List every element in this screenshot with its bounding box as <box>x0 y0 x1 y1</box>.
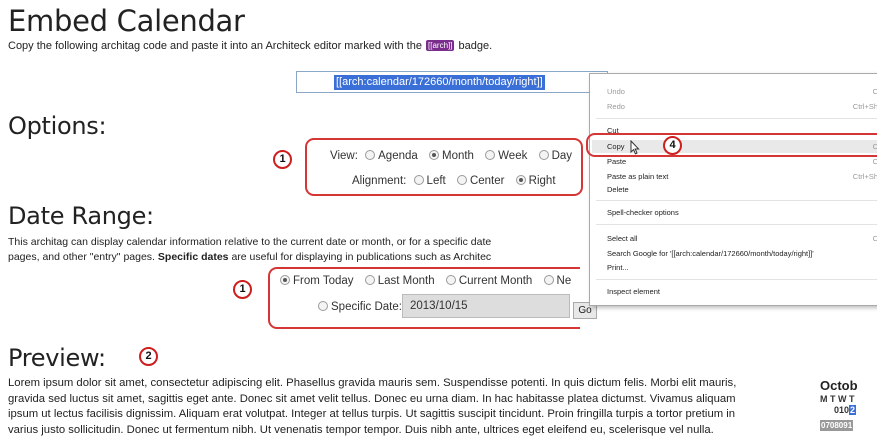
menu-item-paste-shortcut: C <box>872 157 877 166</box>
range-last-month-label[interactable]: Last Month <box>378 275 435 287</box>
calendar-row-1: 0102 <box>820 405 858 415</box>
menu-item-redo-shortcut: Ctrl+Sh <box>852 102 877 111</box>
context-menu: Undo C Redo Ctrl+Sh Cut Copy C Paste C P… <box>589 73 877 306</box>
intro-text-after: badge. <box>458 40 493 52</box>
arch-badge: [[arch]] <box>426 40 455 51</box>
view-month-label[interactable]: Month <box>442 150 474 162</box>
alignment-options-row: Alignment: Left Center Right <box>352 175 556 187</box>
menu-item-select-all[interactable]: Select all <box>607 234 637 243</box>
menu-item-select-all-shortcut: C <box>872 234 877 243</box>
calendar-month-label: Octob <box>820 378 858 393</box>
calendar-row-1-days[interactable]: 010 <box>834 405 849 415</box>
view-agenda-radio[interactable] <box>365 150 376 160</box>
preview-lorem-text: Lorem ipsum dolor sit amet, consectetur … <box>8 376 808 438</box>
callout-4: 4 <box>663 136 682 155</box>
date-range-desc-line1: This architag can display calendar infor… <box>8 236 492 248</box>
callout-2: 2 <box>139 347 158 366</box>
desc-line2-bold: Specific dates <box>157 251 229 263</box>
menu-item-paste-plain[interactable]: Paste as plain text <box>607 172 668 181</box>
menu-item-spell-checker[interactable]: Spell-checker options <box>607 208 679 217</box>
menu-item-undo-shortcut: C <box>872 87 877 96</box>
align-right-radio[interactable] <box>515 175 526 185</box>
desc-line2-a: pages, and other "entry" pages. <box>8 251 155 263</box>
date-range-desc-line2: pages, and other "entry" pages. Specific… <box>8 251 593 263</box>
mouse-pointer-icon <box>630 140 640 155</box>
menu-item-search-google[interactable]: Search Google for '[[arch:calendar/17266… <box>607 249 814 258</box>
menu-item-paste-plain-shortcut: Ctrl+Sh <box>852 172 877 181</box>
menu-item-paste[interactable]: Paste <box>607 157 626 166</box>
menu-item-inspect-element[interactable]: Inspect element <box>607 287 660 296</box>
menu-item-redo[interactable]: Redo <box>607 102 625 111</box>
menu-separator <box>596 224 877 225</box>
view-agenda-label[interactable]: Agenda <box>378 150 418 162</box>
callout-1-date-range: 1 <box>233 280 252 299</box>
intro-text-before: Copy the following architag code and pas… <box>8 40 422 52</box>
specific-date-radio[interactable] <box>318 301 328 311</box>
align-center-radio[interactable] <box>456 175 467 185</box>
range-next-radio[interactable] <box>543 275 554 285</box>
view-label: View: <box>330 150 358 162</box>
preview-heading: Preview: <box>8 344 106 372</box>
range-current-month-radio[interactable] <box>445 275 456 285</box>
preview-line-2: gravida sed luctus sit amet, sagittis eg… <box>8 392 736 405</box>
range-from-today-label[interactable]: From Today <box>293 275 354 287</box>
mini-calendar: Octob M T W T 0102 0708091 <box>820 378 858 431</box>
specific-date-label[interactable]: Specific Date: <box>331 301 402 313</box>
menu-separator <box>596 279 877 280</box>
preview-line-4: varius justo sollicitudin. Donec ut ferm… <box>8 423 714 436</box>
options-highlight-box <box>305 138 583 196</box>
intro-text: Copy the following architag code and pas… <box>8 40 492 52</box>
architag-code-selected-text[interactable]: [[arch:calendar/172660/month/today/right… <box>334 75 545 90</box>
view-day-label[interactable]: Day <box>552 150 572 162</box>
menu-item-print[interactable]: Print... <box>607 263 629 272</box>
menu-item-undo[interactable]: Undo <box>607 87 625 96</box>
calendar-today[interactable]: 2 <box>849 405 857 415</box>
view-month-radio[interactable] <box>428 150 439 160</box>
view-day-radio[interactable] <box>538 150 549 160</box>
menu-separator <box>596 118 877 119</box>
menu-item-delete[interactable]: Delete <box>607 185 629 194</box>
date-range-heading: Date Range: <box>8 202 154 230</box>
view-options-row: View: Agenda Month Week Day <box>330 150 572 162</box>
view-week-label[interactable]: Week <box>498 150 527 162</box>
architag-code-field[interactable]: [[arch:calendar/172660/month/today/right… <box>296 71 608 93</box>
page-title: Embed Calendar <box>8 4 245 38</box>
preview-line-3: ipsum ut lectus facilisis dignissim. Ali… <box>8 408 736 421</box>
range-current-month-label[interactable]: Current Month <box>459 275 533 287</box>
specific-date-input[interactable]: 2013/10/15 <box>402 294 570 318</box>
range-last-month-radio[interactable] <box>364 275 375 285</box>
calendar-row-2[interactable]: 0708091 <box>820 420 854 431</box>
desc-line2-b: are useful for displaying in publication… <box>231 251 492 263</box>
menu-separator <box>596 200 877 201</box>
align-left-radio[interactable] <box>413 175 424 185</box>
align-center-label[interactable]: Center <box>470 175 505 187</box>
callout-1-options: 1 <box>273 150 292 169</box>
alignment-label: Alignment: <box>352 175 407 187</box>
align-left-label[interactable]: Left <box>427 175 446 187</box>
calendar-day-names: M T W T <box>820 394 855 404</box>
view-week-radio[interactable] <box>485 150 496 160</box>
specific-date-row: Specific Date: <box>314 301 402 313</box>
date-range-options-row: From Today Last Month Current Month Ne <box>276 275 571 287</box>
align-right-label[interactable]: Right <box>529 175 556 187</box>
calendar-row-2-wrap: 0708091 <box>820 416 858 431</box>
preview-line-1: Lorem ipsum dolor sit amet, consectetur … <box>8 377 737 389</box>
range-next-label[interactable]: Ne <box>557 275 572 287</box>
range-from-today-radio[interactable] <box>280 275 290 285</box>
options-heading: Options: <box>8 112 107 140</box>
